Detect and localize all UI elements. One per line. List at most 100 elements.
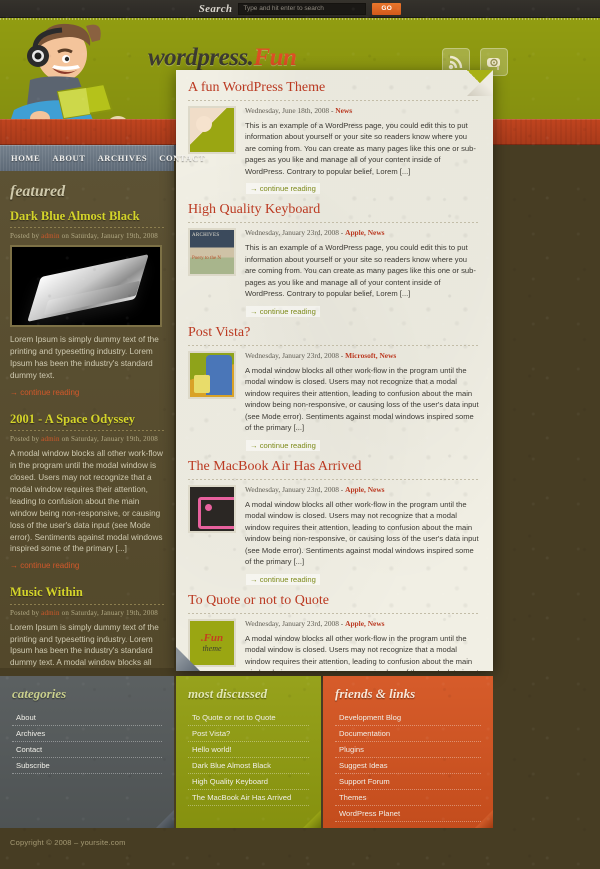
sidebar-post: Music Within Posted by admin on Saturday… — [10, 585, 164, 668]
post-categories[interactable]: Microsoft, News — [345, 351, 396, 360]
list-item[interactable]: Subscribe — [12, 758, 162, 774]
post-thumbnail[interactable] — [188, 350, 236, 399]
nav-item-archives[interactable]: ARCHIVES — [93, 149, 153, 167]
copyright-text: Copyright © 2008 – yoursite.com — [10, 838, 126, 847]
list-item[interactable]: Hello world! — [188, 742, 309, 758]
list-item[interactable]: About — [12, 710, 162, 726]
post-excerpt: A modal window blocks all other work-flo… — [245, 633, 479, 671]
post-categories[interactable]: Apple, News — [345, 228, 384, 237]
list-item[interactable]: Themes — [335, 790, 481, 806]
sidebar-post-meta: Posted by admin on Saturday, January 19t… — [10, 232, 164, 240]
list-item[interactable]: Support Forum — [335, 774, 481, 790]
continue-reading-link[interactable]: → continue reading — [246, 305, 320, 317]
continue-reading-link[interactable]: → continue reading — [10, 388, 79, 397]
list-item[interactable]: Plugins — [335, 742, 481, 758]
widget-friends-links: friends & links Development Blog Documen… — [323, 676, 493, 828]
post-entry: A fun WordPress Theme Wednesday, June 18… — [188, 80, 479, 196]
list-item[interactable]: Post Vista? — [188, 726, 309, 742]
post-date: Wednesday, January 23rd, 2008 - — [245, 618, 346, 628]
continue-reading-link[interactable]: → continue reading — [246, 439, 320, 451]
divider — [188, 478, 479, 480]
post-thumbnail[interactable]: ARCHIVES Poery to the N — [188, 228, 236, 277]
list-item[interactable]: Documentation — [335, 726, 481, 742]
logo-main-text: wordpress. — [148, 44, 254, 71]
sidebar-post: 2001 - A Space Odyssey Posted by admin o… — [10, 412, 164, 573]
sidebar-post-title[interactable]: 2001 - A Space Odyssey — [10, 412, 164, 426]
thumbnail-caption-top: ARCHIVES — [192, 233, 220, 239]
post-thumbnail[interactable] — [188, 105, 236, 154]
post-date: Wednesday, June 18th, 2008 - — [245, 105, 336, 115]
thumbnail-caption-bottom: theme — [202, 643, 222, 653]
continue-reading-link[interactable]: → continue reading — [246, 183, 320, 195]
post-categories[interactable]: Apple, News — [345, 619, 384, 628]
meta-suffix: on Saturday, January 19th, 2008 — [59, 435, 158, 444]
nav-item-about[interactable]: ABOUT — [47, 149, 90, 167]
list-item[interactable]: To Quote or not to Quote — [188, 710, 309, 726]
thumbnail-caption-bottom: Poery to the N — [192, 256, 222, 262]
search-input[interactable] — [238, 2, 367, 15]
footer-widgets: categories About Archives Contact Subscr… — [0, 676, 600, 828]
list-item[interactable]: Archives — [12, 726, 162, 742]
thumbnail-caption-top: .Fun — [200, 631, 224, 644]
top-search-bar: Search GO — [0, 0, 600, 18]
page-peel-top-right — [467, 70, 493, 96]
list-item[interactable]: Development Blog — [335, 710, 481, 726]
featured-sidebar: featured Dark Blue Almost Black Posted b… — [0, 171, 174, 668]
search-go-button[interactable]: GO — [372, 2, 402, 15]
divider — [10, 603, 164, 605]
post-excerpt: This is an example of a WordPress page, … — [245, 120, 476, 176]
post-title[interactable]: The MacBook Air Has Arrived — [188, 459, 479, 476]
search-label: Search — [198, 2, 233, 15]
post-excerpt: This is an example of a WordPress page, … — [245, 243, 476, 299]
divider — [10, 430, 164, 432]
divider — [10, 227, 164, 229]
sidebar-post-title[interactable]: Music Within — [10, 585, 164, 599]
post-title[interactable]: To Quote or not to Quote — [188, 593, 479, 610]
post-title[interactable]: Post Vista? — [188, 325, 479, 342]
widget-list: To Quote or not to Quote Post Vista? Hel… — [188, 710, 309, 806]
widget-peel-corner — [303, 810, 321, 828]
widget-title: most discussed — [188, 686, 268, 701]
widget-categories: categories About Archives Contact Subscr… — [0, 676, 174, 828]
post-title[interactable]: High Quality Keyboard — [188, 202, 479, 219]
continue-reading-link[interactable]: → continue reading — [246, 573, 320, 585]
widget-title: categories — [12, 686, 67, 701]
list-item[interactable]: The MacBook Air Has Arrived — [188, 790, 309, 806]
list-item[interactable]: Suggest Ideas — [335, 758, 481, 774]
meta-prefix: Posted by — [10, 232, 42, 241]
post-author-link[interactable]: admin — [41, 609, 60, 617]
sidebar-post-title[interactable]: Dark Blue Almost Black — [10, 209, 164, 223]
sidebar-post-excerpt: Lorem Ipsum is simply dummy text of the … — [10, 335, 159, 381]
list-item[interactable]: Contact — [12, 742, 162, 758]
divider — [188, 222, 479, 224]
post-categories[interactable]: Apple, News — [345, 485, 384, 494]
post-title[interactable]: A fun WordPress Theme — [188, 80, 479, 97]
mascot-illustration — [8, 23, 127, 128]
sidebar-post-meta: Posted by admin on Saturday, January 19t… — [10, 609, 164, 617]
list-item[interactable]: WordPress Planet — [335, 806, 481, 822]
list-item[interactable]: Dark Blue Almost Black — [188, 758, 309, 774]
post-excerpt: A modal window blocks all other work-flo… — [245, 499, 479, 567]
divider — [188, 612, 479, 614]
list-item[interactable]: High Quality Keyboard — [188, 774, 309, 790]
post-meta: Wednesday, January 23rd, 2008 - Apple, N… — [245, 228, 479, 237]
meta-prefix: Posted by — [10, 608, 42, 617]
widget-list: Development Blog Documentation Plugins S… — [335, 710, 481, 822]
sidebar-heading: featured — [10, 183, 66, 200]
post-thumbnail[interactable] — [188, 484, 236, 533]
post-author-link[interactable]: admin — [41, 435, 60, 443]
divider — [188, 344, 479, 346]
divider — [188, 99, 479, 101]
site-logo[interactable]: wordpress.Fun — [148, 44, 297, 72]
sidebar-post-thumbnail[interactable] — [10, 245, 162, 328]
post-date: Wednesday, January 23rd, 2008 - — [245, 350, 346, 360]
continue-reading-link[interactable]: → continue reading — [10, 561, 79, 570]
widget-title: friends & links — [335, 686, 416, 701]
post-meta: Wednesday, January 23rd, 2008 - Microsof… — [245, 351, 479, 360]
post-categories[interactable]: News — [335, 106, 352, 115]
post-author-link[interactable]: admin — [41, 232, 60, 240]
sidebar-post: Dark Blue Almost Black Posted by admin o… — [10, 209, 164, 400]
post-meta: Wednesday, January 23rd, 2008 - Apple, N… — [245, 485, 479, 494]
nav-item-home[interactable]: HOME — [6, 149, 45, 167]
post-date: Wednesday, January 23rd, 2008 - — [245, 484, 346, 494]
